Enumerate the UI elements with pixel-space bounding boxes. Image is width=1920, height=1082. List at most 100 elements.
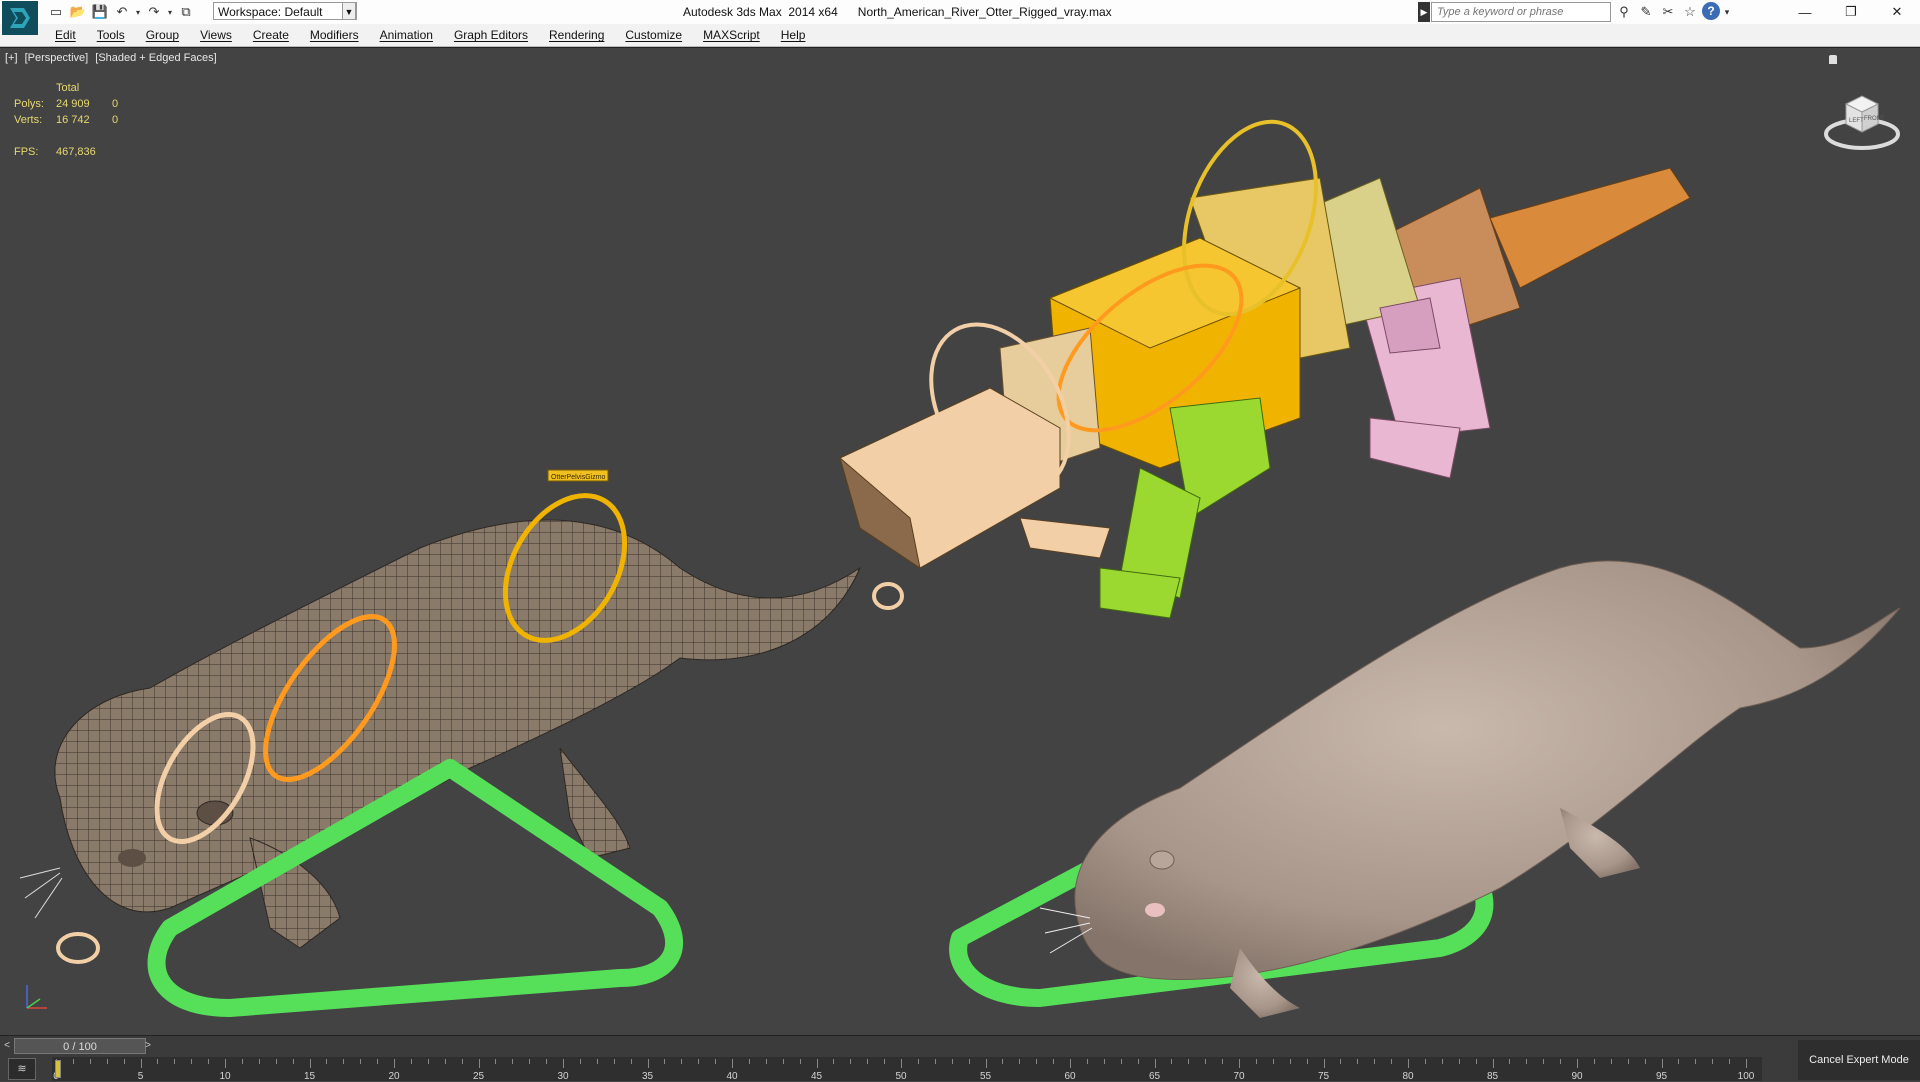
menu-edit[interactable]: Edit [55,28,76,42]
redo-icon[interactable]: ↷ [144,2,164,22]
quick-access-toolbar: ▭ 📂 💾 ↶ ▾ ↷ ▾ ⧉ [46,2,196,22]
polys-label: Polys: [14,98,44,110]
viewport-statistics: Total Polys: 24 909 0 Verts: 16 742 0 FPS: 46… [14,82,118,162]
window-controls: — ❐ ✕ [1782,0,1920,24]
menu-animation[interactable]: Animation [380,28,433,42]
timeline-tick [1120,1059,1122,1064]
timeline-tick [1053,1059,1055,1064]
verts-selected: 0 [112,114,119,126]
save-file-icon[interactable]: 💾 [90,2,110,22]
menu-views[interactable]: Views [200,28,232,42]
timeline-tick-label: 60 [1064,1071,1076,1082]
menu-tools[interactable]: Tools [97,28,125,42]
menu-rendering[interactable]: Rendering [549,28,604,42]
next-frame-button[interactable]: > [143,1038,153,1054]
redo-dropdown-icon[interactable]: ▾ [166,2,174,22]
track-bar[interactable]: 0510152025303540455055606570758085909510… [52,1057,1762,1082]
timeline-tick [292,1059,294,1064]
timeline-tick [1323,1059,1325,1068]
time-slider[interactable]: 0 / 100 [14,1038,146,1054]
timeline-tick-label: 50 [895,1071,907,1082]
title-bar: ▭ 📂 💾 ↶ ▾ ↷ ▾ ⧉ Workspace: Default ▾ ▼ A… [0,0,1920,35]
project-folder-icon[interactable]: ⧉ [176,2,196,22]
search-input[interactable] [1431,2,1611,22]
undo-icon[interactable]: ↶ [112,2,132,22]
timeline-tick [951,1059,953,1064]
timeline-tick [850,1059,852,1064]
workspace-selector[interactable]: Workspace: Default ▾ [213,2,357,20]
mini-curve-editor-icon[interactable]: ≋ [8,1058,36,1080]
previous-frame-button[interactable]: < [2,1038,12,1054]
cancel-expert-mode-button[interactable]: Cancel Expert Mode [1798,1040,1920,1080]
timeline-tick [1019,1059,1021,1064]
timeline-tick [833,1059,835,1064]
menu-maxscript[interactable]: MAXScript [703,28,760,42]
timeline-tick-label: 30 [557,1071,569,1082]
minimize-icon[interactable]: — [1782,0,1828,24]
timeline-tick [1526,1059,1528,1064]
viewcube[interactable]: LEFT FRONT [1822,78,1902,158]
restore-icon[interactable]: ❐ [1828,0,1874,24]
search-expand-arrow[interactable]: ▶ [1418,2,1430,22]
scene-canvas[interactable]: OtterPelvisGizmo [0,48,1920,1036]
menu-group[interactable]: Group [146,28,179,42]
help-icon[interactable]: ? [1702,2,1720,20]
middle-nose-ring[interactable] [872,582,904,610]
menu-modifiers[interactable]: Modifiers [310,28,359,42]
timeline-tick [1239,1059,1240,1068]
timeline-tick [1661,1059,1663,1068]
close-icon[interactable]: ✕ [1874,0,1920,24]
timeline-tick [732,1059,733,1068]
timeline-tick [275,1059,277,1064]
viewcube-front-face[interactable]: FRONT [1864,116,1885,122]
timeline-tick [1678,1059,1680,1064]
viewcube-left-face[interactable]: LEFT [1849,118,1864,124]
timeline-tick-label: 85 [1486,1071,1499,1082]
open-file-icon[interactable]: 📂 [68,2,88,22]
timeline-tick [1137,1059,1139,1064]
binoculars-icon[interactable]: ⚲ [1614,2,1634,22]
viewport-point-of-view-menu[interactable]: [Perspective] [25,52,89,64]
help-dropdown-icon[interactable]: ▾ [1722,2,1732,22]
timeline-tick [1086,1059,1088,1064]
timeline-tick [309,1059,311,1068]
wireframe-otter-model[interactable] [19,519,862,949]
timeline-tick [596,1059,598,1064]
timeline-tick-label: 35 [641,1071,654,1082]
timeline-tick [461,1059,463,1064]
workspace-dropdown-button[interactable]: ▼ [342,2,356,20]
application-menu-button[interactable] [2,1,38,35]
viewport-label-menu[interactable]: [+] [Perspective] [Shaded + Edged Faces] [5,52,221,64]
timeline-tick [1306,1059,1308,1064]
timeline-tick [123,1059,125,1064]
timeline-tick [765,1059,767,1064]
timeline-tick [681,1059,683,1064]
nose-gizmo-ring[interactable] [56,932,100,964]
menu-help[interactable]: Help [781,28,806,42]
timeline-tick [208,1059,210,1064]
rendered-otter-model[interactable] [1039,560,1901,1018]
undo-dropdown-icon[interactable]: ▾ [134,2,142,22]
timeline-tick [140,1059,142,1068]
menu-customize[interactable]: Customize [625,28,682,42]
viewport-shading-menu[interactable]: [Shaded + Edged Faces] [95,52,216,64]
timeline-tick [748,1059,750,1064]
communication-center-icon[interactable]: ✎ [1636,2,1656,22]
menu-create[interactable]: Create [253,28,289,42]
viewcube-icon[interactable]: LEFT FRONT [1822,78,1902,158]
timeline-tick-label: 20 [388,1071,400,1082]
tools-icon[interactable]: ✂ [1658,2,1678,22]
menu-graph-editors[interactable]: Graph Editors [454,28,528,42]
timeline-tick [816,1059,818,1068]
viewport-general-menu[interactable]: [+] [5,52,18,64]
perspective-viewport[interactable]: OtterPelvisGizmo [+] [Perspective] [Shad… [0,47,1920,1036]
timeline-tick [917,1059,919,1064]
favorites-star-icon[interactable]: ☆ [1680,2,1700,22]
timeline-tick [1272,1059,1274,1064]
timeline-tick [1441,1059,1443,1064]
current-frame-marker[interactable] [55,1060,61,1078]
pelvis-gizmo-label: OtterPelvisGizmo [551,474,606,481]
timeline-tick [968,1059,970,1064]
new-file-icon[interactable]: ▭ [46,2,66,22]
timeline-tick [1695,1059,1697,1064]
